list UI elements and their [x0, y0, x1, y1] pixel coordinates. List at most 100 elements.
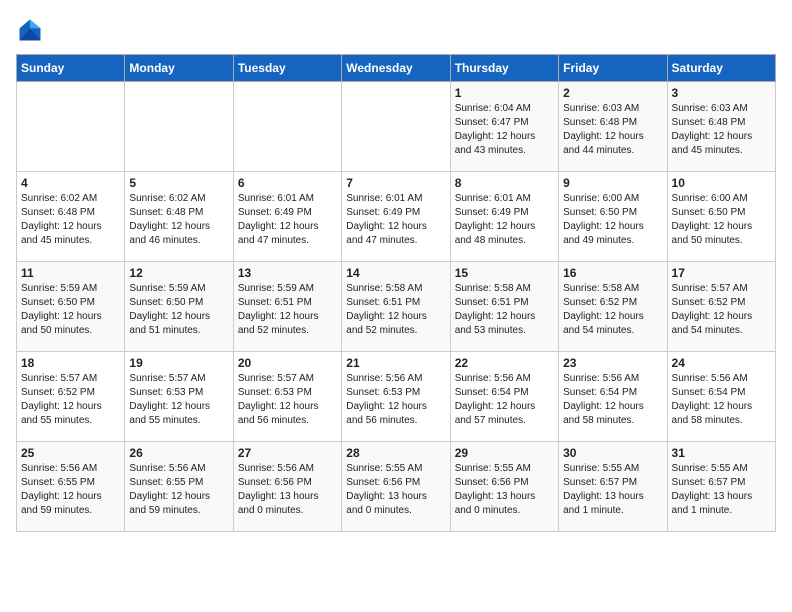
day-number: 27 [238, 446, 337, 460]
day-info: Sunrise: 5:57 AM Sunset: 6:53 PM Dayligh… [238, 372, 337, 428]
day-info: Sunrise: 6:03 AM Sunset: 6:48 PM Dayligh… [672, 102, 771, 158]
calendar-cell [342, 82, 450, 172]
day-number: 7 [346, 176, 445, 190]
day-info: Sunrise: 5:55 AM Sunset: 6:57 PM Dayligh… [563, 462, 662, 518]
day-number: 3 [672, 86, 771, 100]
day-number: 20 [238, 356, 337, 370]
calendar-cell: 4Sunrise: 6:02 AM Sunset: 6:48 PM Daylig… [17, 172, 125, 262]
day-number: 19 [129, 356, 228, 370]
day-number: 26 [129, 446, 228, 460]
day-number: 6 [238, 176, 337, 190]
day-number: 22 [455, 356, 554, 370]
day-info: Sunrise: 5:58 AM Sunset: 6:51 PM Dayligh… [346, 282, 445, 338]
day-info: Sunrise: 5:56 AM Sunset: 6:56 PM Dayligh… [238, 462, 337, 518]
day-info: Sunrise: 6:02 AM Sunset: 6:48 PM Dayligh… [21, 192, 120, 248]
week-row-1: 1 Sunrise: 6:04 AM Sunset: 6:47 PM Daylig… [17, 82, 776, 172]
day-info: Sunrise: 5:57 AM Sunset: 6:52 PM Dayligh… [21, 372, 120, 428]
calendar-header-row: SundayMondayTuesdayWednesdayThursdayFrid… [17, 55, 776, 82]
calendar-cell: 5 Sunrise: 6:02 AM Sunset: 6:48 PM Daylig… [125, 172, 233, 262]
day-number: 30 [563, 446, 662, 460]
day-info: Sunrise: 5:56 AM Sunset: 6:55 PM Dayligh… [129, 462, 228, 518]
day-number: 2 [563, 86, 662, 100]
day-info: Sunrise: 5:56 AM Sunset: 6:54 PM Dayligh… [672, 372, 771, 428]
day-number: 8 [455, 176, 554, 190]
day-info: Sunrise: 5:58 AM Sunset: 6:51 PM Dayligh… [455, 282, 554, 338]
day-info: Sunrise: 5:59 AM Sunset: 6:51 PM Dayligh… [238, 282, 337, 338]
calendar-cell: 28 Sunrise: 5:55 AM Sunset: 6:56 PM Dayli… [342, 442, 450, 532]
page-header [16, 16, 776, 44]
day-info: Sunrise: 6:04 AM Sunset: 6:47 PM Dayligh… [455, 102, 554, 158]
header-sunday: Sunday [17, 55, 125, 82]
logo-icon [16, 16, 44, 44]
calendar-cell: 27 Sunrise: 5:56 AM Sunset: 6:56 PM Dayli… [233, 442, 341, 532]
calendar-cell: 22 Sunrise: 5:56 AM Sunset: 6:54 PM Dayli… [450, 352, 558, 442]
calendar-cell: 30 Sunrise: 5:55 AM Sunset: 6:57 PM Dayli… [559, 442, 667, 532]
day-number: 29 [455, 446, 554, 460]
calendar-cell: 11 Sunrise: 5:59 AM Sunset: 6:50 PM Dayli… [17, 262, 125, 352]
header-friday: Friday [559, 55, 667, 82]
day-info: Sunrise: 5:56 AM Sunset: 6:54 PM Dayligh… [455, 372, 554, 428]
day-number: 12 [129, 266, 228, 280]
calendar-cell: 6 Sunrise: 6:01 AM Sunset: 6:49 PM Daylig… [233, 172, 341, 262]
calendar-cell: 24 Sunrise: 5:56 AM Sunset: 6:54 PM Dayli… [667, 352, 775, 442]
calendar-cell [17, 82, 125, 172]
header-thursday: Thursday [450, 55, 558, 82]
calendar-cell [233, 82, 341, 172]
day-info: Sunrise: 5:56 AM Sunset: 6:54 PM Dayligh… [563, 372, 662, 428]
logo [16, 16, 48, 44]
calendar-cell: 31 Sunrise: 5:55 AM Sunset: 6:57 PM Dayli… [667, 442, 775, 532]
day-number: 17 [672, 266, 771, 280]
day-info: Sunrise: 5:59 AM Sunset: 6:50 PM Dayligh… [21, 282, 120, 338]
day-number: 11 [21, 266, 120, 280]
calendar-cell: 23 Sunrise: 5:56 AM Sunset: 6:54 PM Dayli… [559, 352, 667, 442]
calendar-cell: 26 Sunrise: 5:56 AM Sunset: 6:55 PM Dayli… [125, 442, 233, 532]
day-number: 25 [21, 446, 120, 460]
day-number: 9 [563, 176, 662, 190]
day-info: Sunrise: 6:02 AM Sunset: 6:48 PM Dayligh… [129, 192, 228, 248]
day-number: 23 [563, 356, 662, 370]
calendar-cell: 10 Sunrise: 6:00 AM Sunset: 6:50 PM Dayli… [667, 172, 775, 262]
day-info: Sunrise: 5:57 AM Sunset: 6:52 PM Dayligh… [672, 282, 771, 338]
calendar-cell: 14Sunrise: 5:58 AM Sunset: 6:51 PM Dayli… [342, 262, 450, 352]
day-info: Sunrise: 6:01 AM Sunset: 6:49 PM Dayligh… [238, 192, 337, 248]
day-number: 18 [21, 356, 120, 370]
calendar-cell: 19Sunrise: 5:57 AM Sunset: 6:53 PM Dayli… [125, 352, 233, 442]
calendar-cell: 20 Sunrise: 5:57 AM Sunset: 6:53 PM Dayli… [233, 352, 341, 442]
calendar-cell [125, 82, 233, 172]
header-saturday: Saturday [667, 55, 775, 82]
calendar-cell: 3 Sunrise: 6:03 AM Sunset: 6:48 PM Daylig… [667, 82, 775, 172]
calendar-cell: 7 Sunrise: 6:01 AM Sunset: 6:49 PM Daylig… [342, 172, 450, 262]
calendar-cell: 1 Sunrise: 6:04 AM Sunset: 6:47 PM Daylig… [450, 82, 558, 172]
day-number: 16 [563, 266, 662, 280]
calendar-cell: 13Sunrise: 5:59 AM Sunset: 6:51 PM Dayli… [233, 262, 341, 352]
day-info: Sunrise: 6:00 AM Sunset: 6:50 PM Dayligh… [672, 192, 771, 248]
header-wednesday: Wednesday [342, 55, 450, 82]
day-info: Sunrise: 5:56 AM Sunset: 6:53 PM Dayligh… [346, 372, 445, 428]
day-info: Sunrise: 5:55 AM Sunset: 6:56 PM Dayligh… [455, 462, 554, 518]
day-info: Sunrise: 5:55 AM Sunset: 6:56 PM Dayligh… [346, 462, 445, 518]
day-info: Sunrise: 5:55 AM Sunset: 6:57 PM Dayligh… [672, 462, 771, 518]
calendar-cell: 18 Sunrise: 5:57 AM Sunset: 6:52 PM Dayli… [17, 352, 125, 442]
calendar-cell: 17 Sunrise: 5:57 AM Sunset: 6:52 PM Dayli… [667, 262, 775, 352]
day-info: Sunrise: 6:01 AM Sunset: 6:49 PM Dayligh… [346, 192, 445, 248]
day-number: 21 [346, 356, 445, 370]
day-number: 1 [455, 86, 554, 100]
calendar-cell: 25Sunrise: 5:56 AM Sunset: 6:55 PM Dayli… [17, 442, 125, 532]
day-number: 31 [672, 446, 771, 460]
day-number: 5 [129, 176, 228, 190]
day-number: 10 [672, 176, 771, 190]
calendar-cell: 15 Sunrise: 5:58 AM Sunset: 6:51 PM Dayli… [450, 262, 558, 352]
header-monday: Monday [125, 55, 233, 82]
calendar-cell: 9Sunrise: 6:00 AM Sunset: 6:50 PM Daylig… [559, 172, 667, 262]
day-info: Sunrise: 6:03 AM Sunset: 6:48 PM Dayligh… [563, 102, 662, 158]
calendar-cell: 21 Sunrise: 5:56 AM Sunset: 6:53 PM Dayli… [342, 352, 450, 442]
calendar-cell: 8Sunrise: 6:01 AM Sunset: 6:49 PM Daylig… [450, 172, 558, 262]
day-info: Sunrise: 5:59 AM Sunset: 6:50 PM Dayligh… [129, 282, 228, 338]
day-info: Sunrise: 5:58 AM Sunset: 6:52 PM Dayligh… [563, 282, 662, 338]
day-number: 28 [346, 446, 445, 460]
day-number: 24 [672, 356, 771, 370]
day-number: 15 [455, 266, 554, 280]
header-tuesday: Tuesday [233, 55, 341, 82]
week-row-4: 18 Sunrise: 5:57 AM Sunset: 6:52 PM Dayli… [17, 352, 776, 442]
week-row-2: 4Sunrise: 6:02 AM Sunset: 6:48 PM Daylig… [17, 172, 776, 262]
